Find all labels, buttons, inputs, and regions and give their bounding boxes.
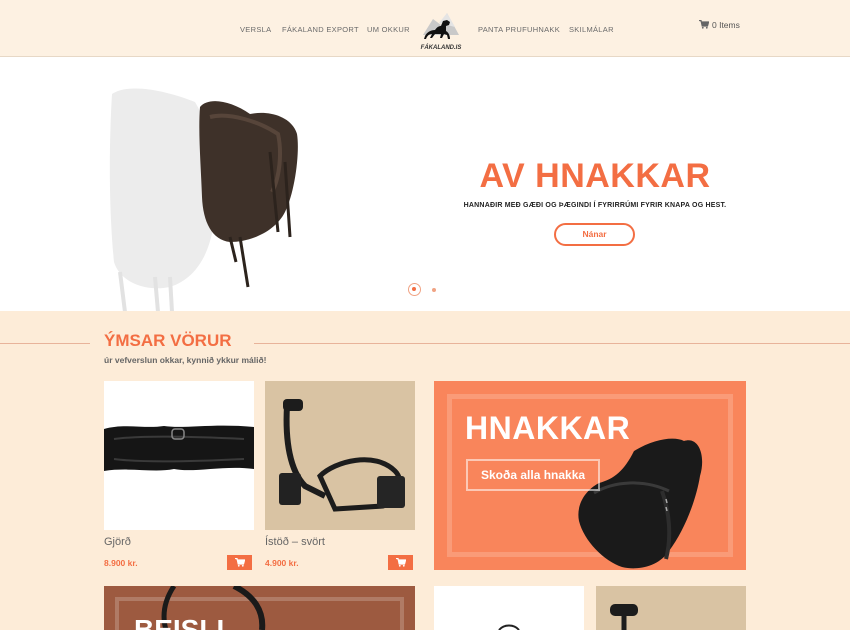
product-price: 8.900 kr. <box>104 558 138 568</box>
view-all-saddles-button[interactable]: Skoða alla hnakka <box>466 459 600 491</box>
nav-item-um-okkur[interactable]: UM OKKUR <box>367 25 410 34</box>
cart-count: 0 Items <box>712 20 740 30</box>
product-image[interactable] <box>596 586 746 630</box>
logo-text: FÁKALAND.IS <box>420 45 462 51</box>
promo-bridles[interactable]: BEISLI <box>104 586 415 630</box>
promo-saddles[interactable]: HNAKKAR Skoða alla hnakka <box>434 381 746 570</box>
product-price: 4.900 kr. <box>265 558 299 568</box>
slide-dot-2[interactable] <box>432 288 436 292</box>
hero-slider: AV HNAKKAR HANNAÐIR MEÐ GÆÐI OG ÞÆGINDI … <box>0 57 850 311</box>
promo-bridles-title: BEISLI <box>134 614 225 630</box>
cart-icon <box>699 19 710 29</box>
nav-item-panta-prufuhnakk[interactable]: PANTA PRUFUHNAKK <box>478 25 560 34</box>
hero-subtitle: HANNAÐIR MEÐ GÆÐI OG ÞÆGINDI Í FYRIRRÚMI… <box>463 202 727 209</box>
saddle-image <box>578 438 703 569</box>
nav-item-fakaland-export[interactable]: FÁKALAND EXPORT <box>282 25 359 34</box>
girth-image <box>104 425 254 471</box>
promo-title: HNAKKAR <box>465 410 631 446</box>
product-image-girth[interactable] <box>104 381 254 530</box>
product-image-stirrups[interactable] <box>265 381 415 530</box>
stirrups-image <box>265 381 415 530</box>
nav-item-versla[interactable]: VERSLA <box>240 25 271 34</box>
cart-icon <box>395 558 406 567</box>
hero-title: AV HNAKKAR <box>479 157 711 195</box>
add-to-cart-button[interactable] <box>227 555 252 570</box>
hero-saddle-image <box>109 88 298 311</box>
add-to-cart-button[interactable] <box>388 555 413 570</box>
product-image[interactable] <box>434 586 584 630</box>
section-divider-right <box>254 343 850 344</box>
cart-icon <box>234 558 245 567</box>
site-header: VERSLA FÁKALAND EXPORT UM OKKUR FÁKALAND… <box>0 0 850 57</box>
stirrups-image <box>610 604 638 630</box>
cart-link[interactable]: 0 Items <box>699 19 740 30</box>
section-subtitle: úr vefverslun okkar, kynnið ykkur málið! <box>104 355 267 365</box>
product-name[interactable]: Ístöð – svört <box>265 536 325 548</box>
nav-item-skilmalar[interactable]: SKILMÁLAR <box>569 25 614 34</box>
product-thumbnail <box>498 624 520 630</box>
product-name[interactable]: Gjörð <box>104 536 131 548</box>
section-title: ÝMSAR VÖRUR <box>104 331 232 350</box>
hero-more-button[interactable]: Nánar <box>554 223 635 246</box>
section-divider-left <box>0 343 90 344</box>
site-logo[interactable]: FÁKALAND.IS <box>417 5 465 55</box>
horse-logo-icon <box>423 13 459 39</box>
slide-dot-1[interactable] <box>408 283 421 296</box>
